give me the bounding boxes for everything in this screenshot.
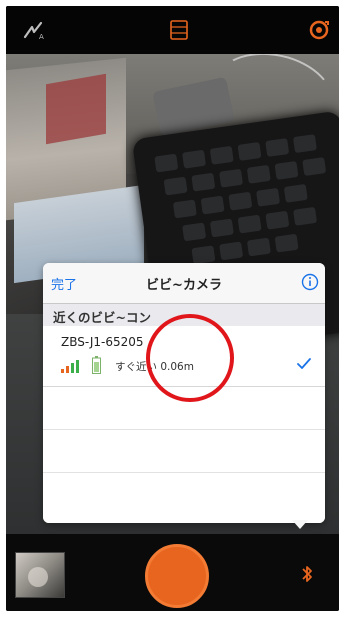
info-icon[interactable]: [301, 273, 319, 291]
popover-arrow: [292, 520, 308, 529]
bluetooth-icon[interactable]: [300, 564, 314, 584]
section-header-label: 近くのビビ~コン: [53, 310, 151, 325]
popover-title: ビビ~カメラ: [146, 278, 222, 293]
empty-row: [43, 430, 325, 473]
device-name: ZBS-J1-65205: [61, 335, 144, 349]
annotation-circle: [146, 314, 234, 402]
empty-row: [43, 473, 325, 523]
camera-switch-icon[interactable]: [307, 18, 331, 42]
last-photo-thumbnail[interactable]: [15, 552, 65, 598]
checkmark-icon: [297, 358, 311, 369]
signal-strength-icon: [61, 360, 79, 373]
flash-auto-icon[interactable]: A: [22, 18, 46, 42]
battery-icon: [92, 356, 101, 374]
scene-object: [46, 73, 106, 145]
shutter-button[interactable]: [145, 544, 209, 608]
top-toolbar: A: [6, 6, 339, 54]
popover-navbar: 完了 ビビ~カメラ: [43, 263, 325, 304]
grid-icon[interactable]: [169, 19, 189, 41]
bottom-toolbar: [6, 534, 339, 611]
svg-text:A: A: [39, 33, 44, 41]
